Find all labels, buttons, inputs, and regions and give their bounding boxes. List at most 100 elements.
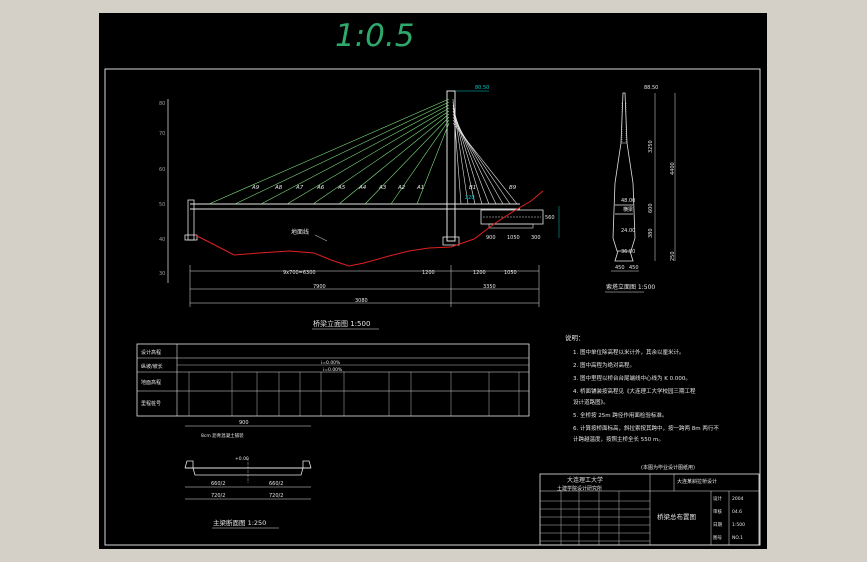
drawing-canvas: 1:0.5 80 70 60 50 40 30 80.50 A9 A8 A7 A… <box>104 18 761 546</box>
ground-line <box>194 190 544 267</box>
cable-label-b1: B1 <box>469 185 476 191</box>
cable-label-a6: A6 <box>316 185 325 191</box>
cable-label-a3: A3 <box>378 185 387 191</box>
drawing-sheet[interactable]: 1:0.5 80 70 60 50 40 30 80.50 A9 A8 A7 A… <box>99 13 767 549</box>
tower-dim-380: 380 <box>648 228 654 238</box>
profile-table: 设计高程 纵坡/坡长 地面高程 里程桩号 i=0.00% i=0.00% <box>136 343 530 417</box>
grade-label-2: i=0.00% <box>323 367 343 373</box>
dim-1200b: 1200 <box>473 270 486 276</box>
note-6b: 计跨越温度，按照主桥全长 550 m。 <box>573 435 664 443</box>
note-2: 2. 图中高程为绝对高程。 <box>573 361 635 369</box>
section-slope: +0.00 <box>235 456 249 462</box>
cable-label-a2: A2 <box>397 185 406 191</box>
table-row-station: 里程桩号 <box>141 400 161 407</box>
cable-label-a5: A5 <box>337 185 346 191</box>
title-label-3: 日期 <box>713 522 722 528</box>
cable-label-a9: A9 <box>251 185 260 191</box>
title-value-1: 2004 <box>732 496 744 502</box>
right-approach: 220 560 900 1050 300 <box>465 195 560 241</box>
cable-left-1 <box>208 98 450 205</box>
table-row-grade: 纵坡/坡长 <box>141 363 163 370</box>
tower-dim-250: 250 <box>670 251 676 261</box>
cable-left-9 <box>416 122 450 205</box>
tower-view-caption: 索塔立面图 1:500 <box>606 283 655 291</box>
title-label-1: 设计 <box>713 495 722 502</box>
section-dim-right: 660/2 <box>269 481 283 487</box>
title-value-4: NO.1 <box>732 535 743 541</box>
section-caption: 主梁断面图 1:250 <box>213 518 266 527</box>
dim-7900: 7900 <box>313 284 326 290</box>
cable-label-a1: A1 <box>416 185 424 191</box>
dim-side-220: 220 <box>465 195 475 201</box>
section-dim2-right: 720/2 <box>269 493 283 499</box>
cable-label-a8: A8 <box>274 185 283 191</box>
dim-3350: 3350 <box>483 284 496 290</box>
tower-side-view: 88.50 3250 4400 600 380 250 48.00 24.00 … <box>611 85 676 272</box>
dim-9x700: 9x700=6300 <box>283 270 316 276</box>
note-4b: 设计道路图》。 <box>573 398 609 406</box>
tower-note: 横梁 <box>623 206 633 213</box>
title-project: 大连某斜拉桥设计 <box>677 478 717 485</box>
cable-label-a7: A7 <box>295 185 304 191</box>
y-tick-40: 40 <box>159 237 165 243</box>
cable-right-9 <box>452 122 518 205</box>
dim-1200a: 1200 <box>422 270 435 276</box>
section-note: 8cm 沥青混凝土铺装 <box>201 432 244 439</box>
cable-left-8 <box>390 119 450 205</box>
notes-block: 说明： 1. 图中单位除高程以米计外，其余以厘米计。 2. 图中高程为绝对高程。… <box>565 333 719 443</box>
cable-left-4 <box>286 107 450 205</box>
title-drawing-name: 桥梁总布置图 <box>657 512 696 521</box>
note-5: 5. 全桥按 25m 跨径作用面检验标准。 <box>573 411 667 419</box>
y-tick-60: 60 <box>159 167 165 173</box>
section-dim2-left: 720/2 <box>211 493 225 499</box>
tower-dim-3250: 3250 <box>648 140 654 153</box>
tower-dim-4400: 4400 <box>670 162 676 175</box>
section-dim-left: 660/2 <box>211 481 225 487</box>
title-value-3: 1:500 <box>732 522 745 528</box>
tower-bottom-right: 450 <box>629 265 639 271</box>
title-note-above: (本图为毕业设计图纸用) <box>641 464 695 471</box>
elevation-caption: 桥梁立面图 1:500 <box>313 319 370 328</box>
cables-right <box>452 98 518 205</box>
girder-cross-section: 900 8cm 沥青混凝土铺装 +0.00 660/2 660/2 720/2 … <box>184 420 312 500</box>
title-dept: 土建学院设计研究所 <box>557 485 602 492</box>
cad-viewport[interactable]: 1:0.5 80 70 60 50 40 30 80.50 A9 A8 A7 A… <box>0 0 867 562</box>
dim-side-900: 900 <box>486 235 496 241</box>
y-tick-70: 70 <box>159 131 165 137</box>
cable-label-b9: B9 <box>509 185 517 191</box>
note-1: 1. 图中单位除高程以米计外，其余以厘米计。 <box>573 348 685 356</box>
cable-label-a4: A4 <box>358 185 367 191</box>
note-4: 4. 桥面铺装按高程见《大连理工大学校园三期工程 <box>573 387 696 395</box>
y-tick-30: 30 <box>159 271 165 277</box>
dim-total: 3080 <box>355 298 368 304</box>
tower-dim-600: 600 <box>648 203 654 213</box>
bridge-deck <box>184 199 520 241</box>
table-row-design: 设计高程 <box>141 349 161 356</box>
tower-top-elevation: 80.50 <box>475 85 489 91</box>
dim-side-1050: 1050 <box>507 235 520 241</box>
title-block: (本图为毕业设计图纸用) 大连理工大学 土建学院设计研究所 大连某斜拉桥设计 桥… <box>539 464 760 546</box>
scale-title: 1:0.5 <box>335 18 414 54</box>
tower-view-top: 88.50 <box>644 85 658 91</box>
ground-line-label: 地面线 <box>291 228 309 236</box>
cable-left-6 <box>338 113 450 205</box>
dim-1050: 1050 <box>504 270 517 276</box>
cables-left <box>208 98 450 205</box>
dim-side-300: 300 <box>531 235 541 241</box>
tower-level-48: 48.00 <box>621 198 635 204</box>
tower-level-365: 36.50 <box>621 249 635 255</box>
title-value-2: 04.6 <box>732 509 742 515</box>
tower-bottom-left: 450 <box>615 265 625 271</box>
note-3: 3. 图中里程以桥台台尾端线中心线为 K 0.000。 <box>573 374 691 382</box>
note-6: 6. 计算按桥面标高，斜拉索按其跨中，按一跨两 8m 两行不 <box>573 424 719 432</box>
y-tick-50: 50 <box>159 202 165 208</box>
dim-side-560: 560 <box>545 215 555 221</box>
title-label-4: 图号 <box>713 535 722 541</box>
title-label-2: 审核 <box>713 508 722 515</box>
table-row-ground: 地面高程 <box>141 379 161 386</box>
grade-label-1: i=0.00% <box>321 360 341 366</box>
notes-title: 说明： <box>565 333 585 342</box>
elevation-y-axis: 80 70 60 50 40 30 <box>159 99 169 283</box>
title-school: 大连理工大学 <box>567 476 603 484</box>
y-tick-80: 80 <box>159 101 165 107</box>
